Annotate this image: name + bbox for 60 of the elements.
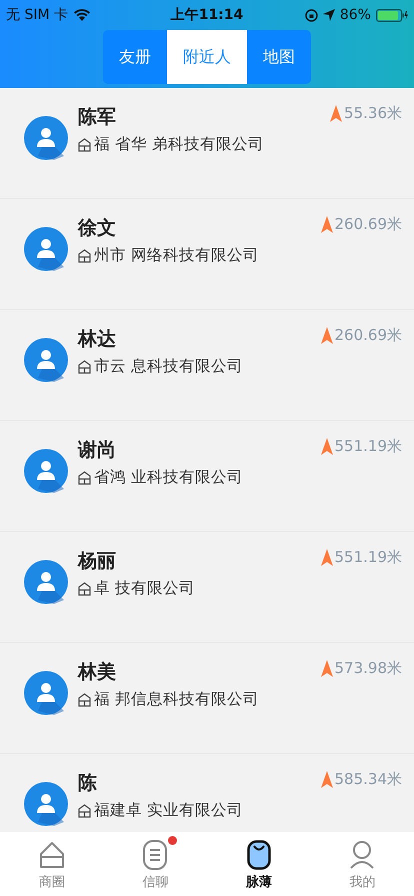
company-name: 州市 网络科技有限公司 [94, 245, 259, 266]
avatar-icon [24, 227, 68, 271]
location-arrow-icon [322, 9, 335, 21]
company-name: 省鸿 业科技有限公司 [94, 467, 243, 488]
avatar-icon [24, 782, 68, 826]
status-time: 上午11:14 [170, 6, 244, 24]
lock-rotation-icon [304, 8, 318, 22]
distance-text: 551.19米 [334, 548, 402, 567]
avatar-icon [24, 560, 68, 604]
battery-percent: 86% [340, 7, 371, 23]
avatar-icon [24, 338, 68, 382]
distance-text: 585.34米 [334, 770, 402, 789]
building-icon [78, 470, 91, 484]
direction-arrow-icon [320, 549, 332, 566]
building-icon [78, 248, 91, 262]
avatar-icon [24, 449, 68, 493]
segment-tab[interactable]: 附近人 [167, 30, 247, 84]
company-name: 卓 技有限公司 [94, 578, 195, 599]
direction-arrow-icon [320, 660, 332, 677]
building-icon [78, 138, 91, 152]
building-icon [78, 360, 91, 374]
distance-text: 551.19米 [334, 437, 402, 456]
wifi-icon [74, 9, 90, 21]
distance-text: 573.98米 [334, 659, 402, 678]
segment-tab[interactable]: 地图 [247, 30, 311, 84]
company-name: 市云 息科技有限公司 [94, 356, 243, 377]
nav-tab[interactable]: 信聊 [104, 832, 207, 896]
direction-arrow-icon [320, 438, 332, 455]
list-icon [143, 840, 168, 870]
contact-name: 陈 [78, 771, 98, 796]
distance-text: 260.69米 [334, 326, 402, 345]
battery-icon [376, 8, 408, 22]
contact-name: 谢尚 [78, 438, 117, 463]
nav-tab[interactable]: 我的 [310, 832, 414, 896]
direction-arrow-icon [320, 771, 332, 788]
direction-arrow-icon [330, 105, 342, 122]
contact-name: 陈军 [78, 105, 117, 130]
nav-tab[interactable]: 商圈 [0, 832, 104, 896]
contact-name: 林达 [78, 327, 117, 352]
direction-arrow-icon [320, 327, 332, 344]
distance-text: 260.69米 [334, 215, 402, 234]
avatar-icon [24, 671, 68, 715]
company-name: 福 邦信息科技有限公司 [94, 689, 259, 710]
direction-arrow-icon [320, 216, 332, 233]
building-icon [78, 804, 91, 818]
nav-tab[interactable]: 脉薄 [207, 832, 310, 896]
pocket-icon [246, 840, 271, 870]
avatar-icon [24, 116, 68, 160]
contact-name: 林美 [78, 660, 117, 685]
person-icon [349, 840, 376, 870]
company-name: 福建卓 实业有限公司 [94, 800, 243, 821]
home-icon [38, 840, 66, 870]
contact-name: 杨丽 [78, 549, 117, 574]
distance-text: 55.36米 [344, 104, 402, 123]
contact-name: 徐文 [78, 216, 117, 241]
building-icon [78, 582, 91, 596]
building-icon [78, 692, 91, 706]
carrier-text: 无 SIM 卡 [6, 6, 68, 24]
segment-tab[interactable]: 友册 [103, 30, 167, 84]
company-name: 福 省华 弟科技有限公司 [94, 134, 264, 155]
